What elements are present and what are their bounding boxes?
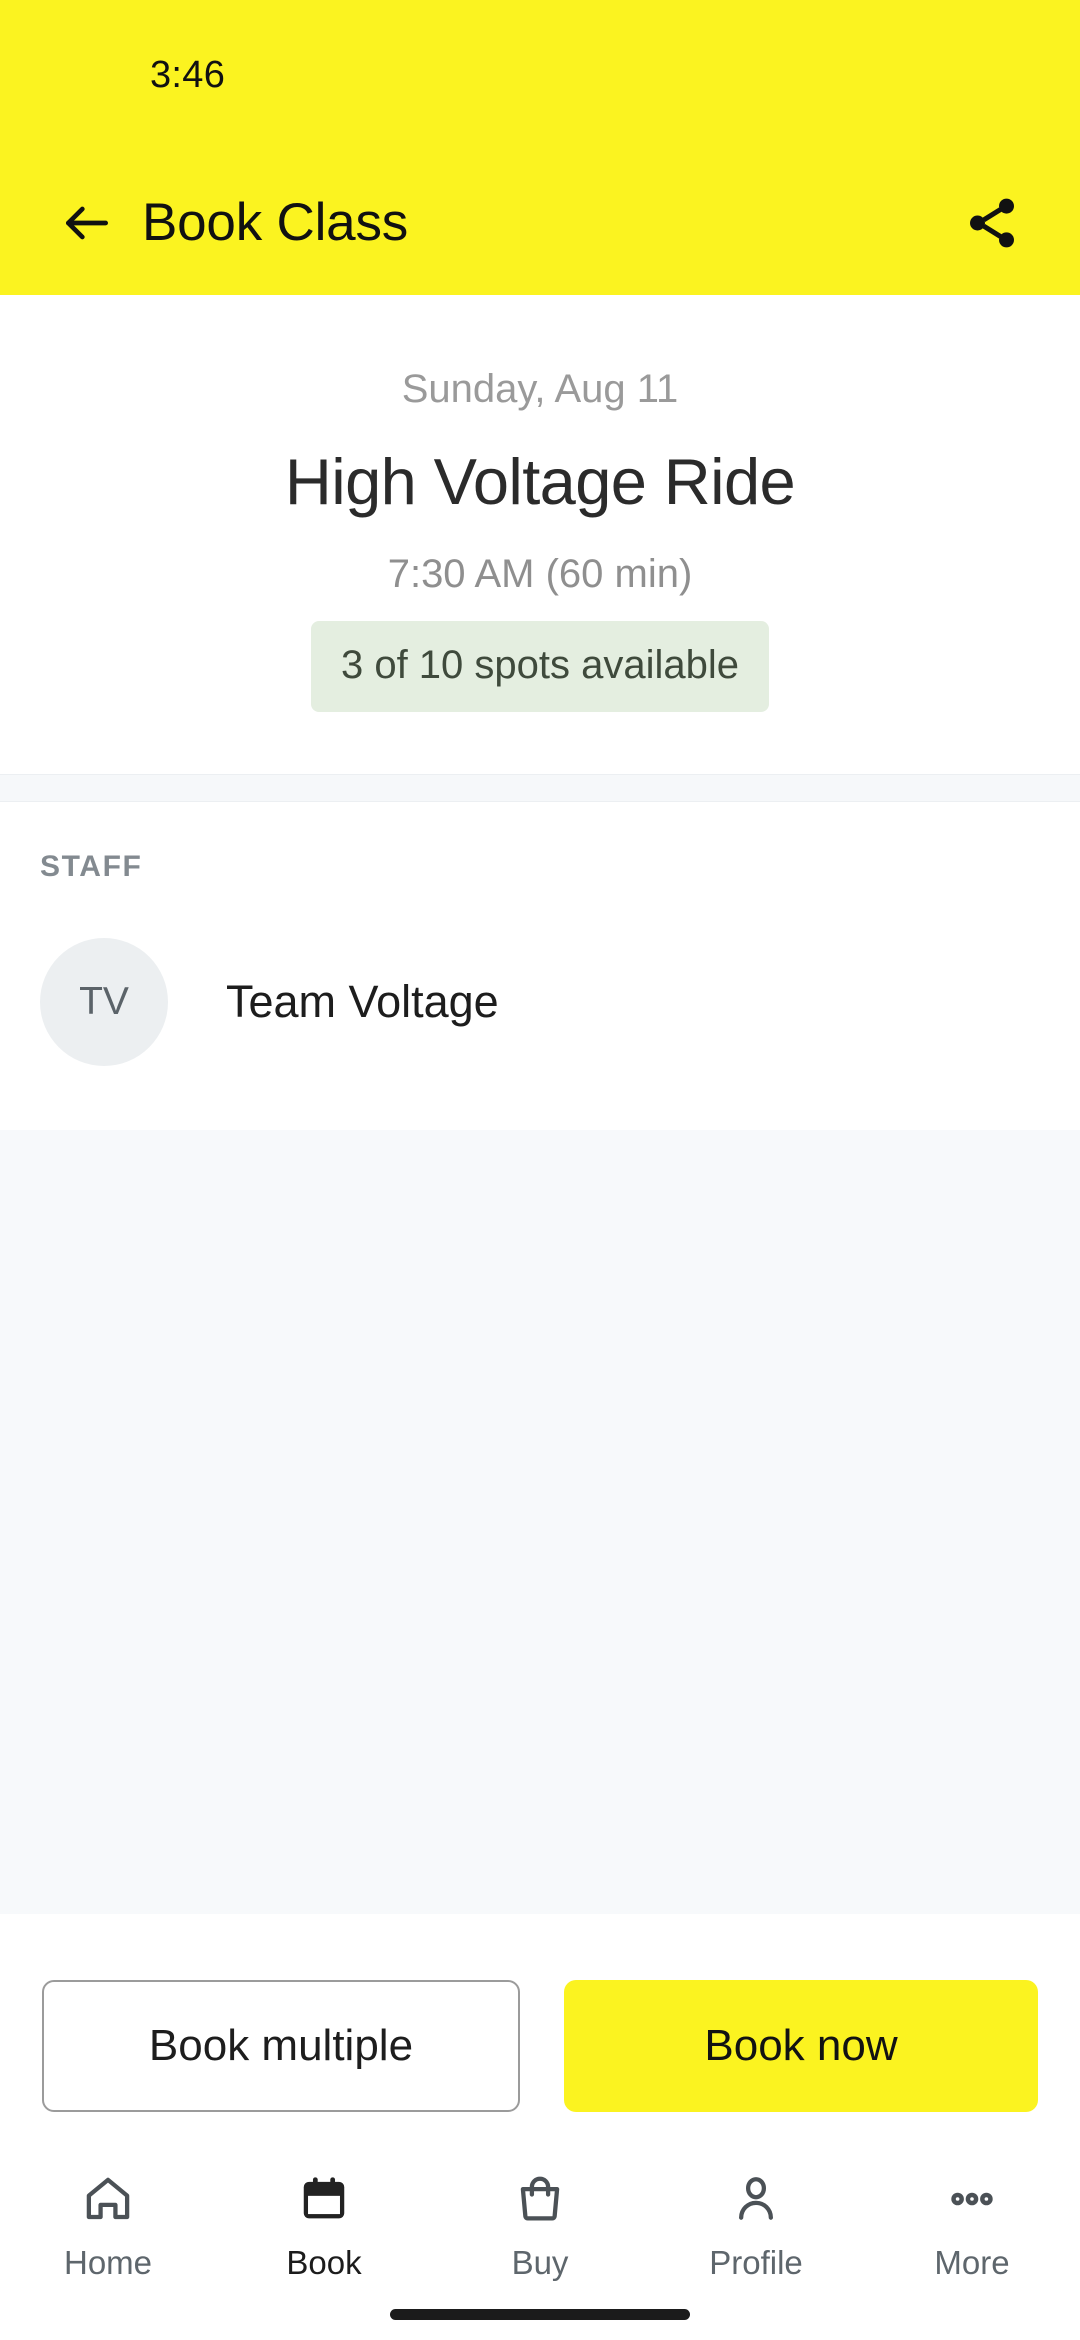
nav-item-more[interactable]: More — [864, 2168, 1080, 2282]
book-now-button[interactable]: Book now — [564, 1980, 1038, 2112]
class-name: High Voltage Ride — [284, 445, 796, 518]
staff-section: STAFF TV Team Voltage — [0, 801, 1080, 1130]
nav-item-home[interactable]: Home — [0, 2168, 216, 2282]
status-bar-clock: 3:46 — [150, 53, 226, 96]
share-icon — [970, 198, 1014, 247]
person-icon — [725, 2168, 787, 2230]
booking-screen: 3:46 Book Class Sunday, Aug 11 High Volt… — [0, 0, 1080, 2340]
class-date: Sunday, Aug 11 — [401, 367, 679, 411]
class-time-duration: 7:30 AM (60 min) — [387, 551, 693, 596]
yellow-header-zone: 3:46 Book Class — [0, 0, 1080, 295]
class-summary: Sunday, Aug 11 High Voltage Ride 7:30 AM… — [0, 295, 1080, 774]
home-indicator-area — [0, 2288, 1080, 2340]
app-bar: Book Class — [0, 150, 1080, 295]
nav-label-home: Home — [63, 2244, 153, 2281]
staff-name: Team Voltage — [226, 975, 499, 1027]
share-button[interactable] — [952, 183, 1032, 263]
action-bar: Book multiple Book now — [0, 1914, 1080, 2154]
calendar-icon — [293, 2168, 355, 2230]
status-bar: 3:46 — [0, 0, 1080, 150]
section-divider — [0, 773, 1080, 802]
nav-label-profile: Profile — [709, 2244, 803, 2281]
page-title: Book Class — [142, 193, 409, 252]
content-filler-area — [0, 1129, 1080, 1914]
spots-available-badge: 3 of 10 spots available — [310, 620, 770, 712]
staff-list-item[interactable]: TV Team Voltage — [40, 937, 1040, 1066]
staff-section-label: STAFF — [40, 849, 143, 883]
home-indicator[interactable] — [390, 2308, 690, 2320]
book-multiple-button[interactable]: Book multiple — [42, 1980, 520, 2112]
back-button[interactable] — [50, 186, 124, 260]
nav-label-book: Book — [286, 2244, 362, 2281]
nav-item-buy[interactable]: Buy — [432, 2168, 648, 2282]
ellipsis-icon — [941, 2168, 1003, 2230]
bag-icon — [509, 2168, 571, 2230]
bottom-navigation: Home Book Buy Profile More — [0, 2154, 1080, 2288]
home-icon — [77, 2168, 139, 2230]
arrow-left-icon — [66, 206, 108, 239]
nav-item-profile[interactable]: Profile — [648, 2168, 864, 2282]
nav-item-book[interactable]: Book — [216, 2168, 432, 2282]
avatar: TV — [40, 937, 168, 1066]
nav-label-more: More — [934, 2244, 1010, 2281]
nav-label-buy: Buy — [511, 2244, 569, 2281]
